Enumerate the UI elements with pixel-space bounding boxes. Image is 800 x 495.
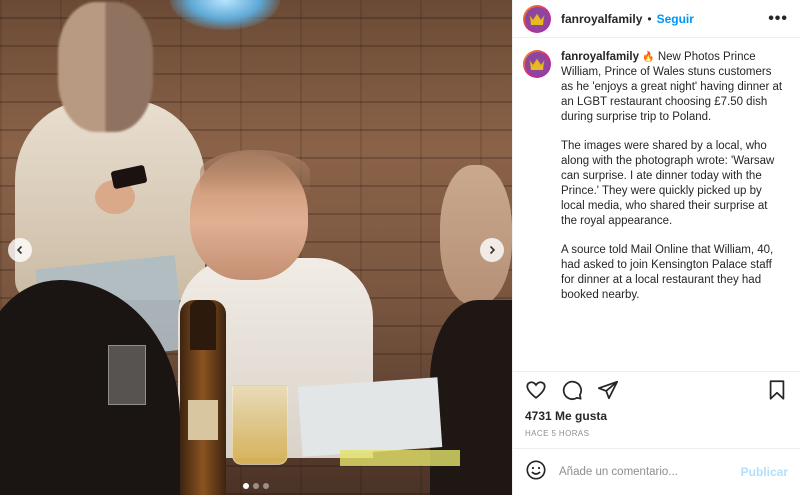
chevron-left-icon bbox=[16, 245, 23, 255]
separator-dot: • bbox=[647, 11, 652, 26]
comment-icon bbox=[562, 380, 582, 400]
glass-left bbox=[108, 345, 146, 405]
menu-paper-right bbox=[297, 377, 443, 457]
crown-icon bbox=[529, 12, 545, 25]
crown-icon bbox=[529, 58, 545, 70]
likes-count[interactable]: 4731 Me gusta bbox=[513, 409, 800, 423]
carousel-dot bbox=[263, 483, 269, 489]
bookmark-icon bbox=[769, 379, 785, 400]
header-username[interactable]: fanroyalfamily bbox=[561, 12, 642, 26]
beer-glass bbox=[232, 385, 288, 465]
caption-avatar[interactable] bbox=[523, 50, 551, 78]
comment-input[interactable] bbox=[559, 466, 719, 478]
carousel-next-button[interactable] bbox=[480, 238, 504, 262]
caption-text: fanroyalfamily 🔥 New Photos Prince Willi… bbox=[561, 50, 786, 361]
blurred-face-left bbox=[58, 2, 153, 132]
heart-icon bbox=[526, 380, 546, 399]
avatar[interactable] bbox=[523, 4, 551, 33]
post-timestamp[interactable]: HACE 5 HORAS bbox=[513, 423, 800, 449]
carousel-dots bbox=[0, 483, 512, 489]
carousel-dot bbox=[243, 483, 249, 489]
more-options-button[interactable]: ••• bbox=[768, 10, 788, 28]
comment-button[interactable] bbox=[561, 379, 583, 401]
table-light bbox=[340, 450, 460, 466]
post-header: fanroyalfamily • Seguir ••• bbox=[513, 0, 800, 38]
bottle-label bbox=[188, 400, 218, 440]
post-sidebar: fanroyalfamily • Seguir ••• fanroyalfami… bbox=[512, 0, 800, 495]
carousel-dot bbox=[253, 483, 259, 489]
action-bar bbox=[513, 371, 800, 407]
share-icon bbox=[597, 380, 619, 399]
man-hair bbox=[200, 150, 310, 195]
instagram-post: fanroyalfamily • Seguir ••• fanroyalfami… bbox=[0, 0, 800, 495]
caption-paragraph-3: A source told Mail Online that William, … bbox=[561, 244, 774, 301]
emoji-button[interactable] bbox=[525, 459, 547, 486]
caption-username[interactable]: fanroyalfamily bbox=[561, 51, 639, 63]
like-button[interactable] bbox=[525, 379, 547, 401]
comment-box: Publicar bbox=[513, 449, 800, 495]
chevron-right-icon bbox=[489, 245, 496, 255]
publish-button[interactable]: Publicar bbox=[741, 465, 788, 479]
caption-paragraph-2: The images were shared by a local, who a… bbox=[561, 140, 775, 227]
share-button[interactable] bbox=[597, 379, 619, 401]
follow-button[interactable]: Seguir bbox=[657, 12, 694, 26]
bottle-neck bbox=[190, 300, 216, 350]
carousel-prev-button[interactable] bbox=[8, 238, 32, 262]
blurred-face-right bbox=[440, 165, 512, 305]
emoji-icon bbox=[526, 459, 546, 480]
post-photo[interactable] bbox=[0, 0, 512, 495]
save-button[interactable] bbox=[766, 379, 788, 401]
fire-emoji: 🔥 bbox=[642, 52, 655, 63]
caption-area: fanroyalfamily 🔥 New Photos Prince Willi… bbox=[513, 38, 800, 371]
